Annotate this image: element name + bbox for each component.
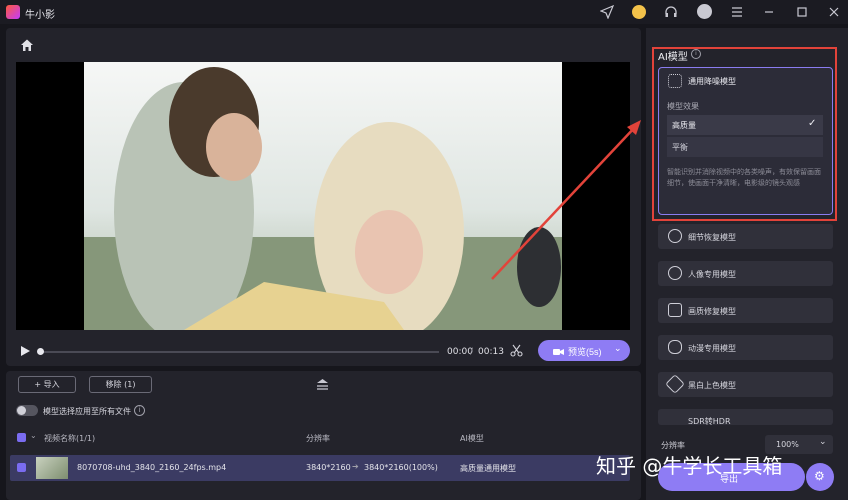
- option-balanced[interactable]: [667, 137, 823, 157]
- scissors-icon[interactable]: [510, 344, 523, 360]
- model-detail-restore[interactable]: [658, 224, 833, 249]
- model-label-detail-restore: 细节恢复模型: [688, 233, 736, 242]
- time-separator: /: [470, 347, 474, 357]
- toggle-knob: [17, 406, 26, 415]
- resolution-from: 3840*2160: [306, 463, 351, 472]
- app-logo-icon: [6, 5, 20, 19]
- info-icon[interactable]: i: [134, 405, 145, 416]
- model-portrait[interactable]: [658, 261, 833, 286]
- title-bar: [0, 0, 848, 24]
- arrow-right-icon: ➔: [352, 462, 359, 471]
- camera-icon: [553, 345, 564, 360]
- collapse-panel-icon[interactable]: [315, 378, 330, 393]
- model-quality-repair[interactable]: [658, 298, 833, 323]
- resolution-value: 100%: [776, 440, 799, 449]
- model-anime[interactable]: [658, 335, 833, 360]
- gear-icon: ⚙: [814, 469, 825, 483]
- resolution-to: 3840*2160(100%): [364, 463, 438, 472]
- detail-restore-icon: [668, 229, 682, 243]
- home-icon[interactable]: [20, 38, 34, 55]
- model-label-portrait: 人像专用模型: [688, 270, 736, 279]
- model-label-anime: 动漫专用模型: [688, 344, 736, 353]
- chevron-down-icon[interactable]: ⌄: [30, 431, 37, 440]
- vip-icon[interactable]: [632, 5, 646, 19]
- selected-model-name: 通用降噪模型: [688, 77, 736, 86]
- close-icon[interactable]: [827, 5, 841, 19]
- send-icon[interactable]: [599, 4, 615, 20]
- row-checkbox[interactable]: [17, 463, 26, 472]
- model-label-colorize: 黑白上色模型: [688, 381, 736, 390]
- column-header-model: AI模型: [460, 434, 484, 443]
- anime-icon: [668, 340, 682, 354]
- chevron-down-icon: ⌄: [819, 437, 827, 447]
- model-colorize[interactable]: [658, 372, 833, 397]
- row-model: 高质量通用模型: [460, 464, 516, 473]
- select-all-checkbox[interactable]: [17, 433, 26, 442]
- export-settings-button[interactable]: ⚙: [806, 463, 834, 491]
- progress-track[interactable]: [40, 351, 439, 353]
- preview-button[interactable]: 预览(5s) ⌄: [538, 340, 630, 361]
- option-balanced-label: 平衡: [672, 143, 688, 152]
- headset-icon[interactable]: [664, 5, 678, 19]
- chevron-down-icon: ⌄: [614, 343, 622, 353]
- column-header-name: 视频名称(1/1): [44, 434, 96, 443]
- remove-button[interactable]: 移除 (1): [89, 376, 152, 393]
- video-thumbnail: [36, 457, 68, 479]
- model-label-sdr-hdr: SDR转HDR: [688, 417, 731, 425]
- model-label-quality-repair: 画质修复模型: [688, 307, 736, 316]
- maximize-icon[interactable]: [795, 5, 809, 19]
- quality-repair-icon: [668, 303, 682, 317]
- menu-icon[interactable]: [730, 5, 744, 19]
- denoise-model-icon: [668, 74, 682, 88]
- play-icon[interactable]: [19, 345, 31, 360]
- option-high-quality-label: 高质量: [672, 121, 696, 130]
- video-frame-image: [84, 62, 562, 330]
- app-title: 牛小影: [25, 10, 55, 21]
- preview-button-label: 预览(5s): [568, 347, 602, 357]
- model-description: 智能识别并消除视频中的各类噪声，有效保留画面细节，使画面干净清晰，电影级的镜头观…: [667, 168, 821, 187]
- watermark-text: 知乎 @牛学长工具箱: [596, 454, 783, 478]
- model-sdr-hdr[interactable]: SDR转HDR: [658, 409, 833, 425]
- model-effect-label: 模型效果: [667, 102, 699, 111]
- portrait-icon: [668, 266, 682, 280]
- time-total: 00:13: [478, 347, 504, 357]
- user-avatar-icon[interactable]: [697, 4, 712, 19]
- import-button[interactable]: + 导入: [18, 376, 76, 393]
- file-name: 8070708-uhd_3840_2160_24fps.mp4: [77, 463, 227, 472]
- column-header-resolution: 分辨率: [306, 434, 330, 443]
- progress-knob[interactable]: [37, 348, 44, 355]
- checkmark-icon: ✓: [808, 118, 817, 129]
- apply-all-label: 模型选择应用至所有文件: [43, 407, 131, 416]
- minimize-icon[interactable]: [762, 5, 776, 19]
